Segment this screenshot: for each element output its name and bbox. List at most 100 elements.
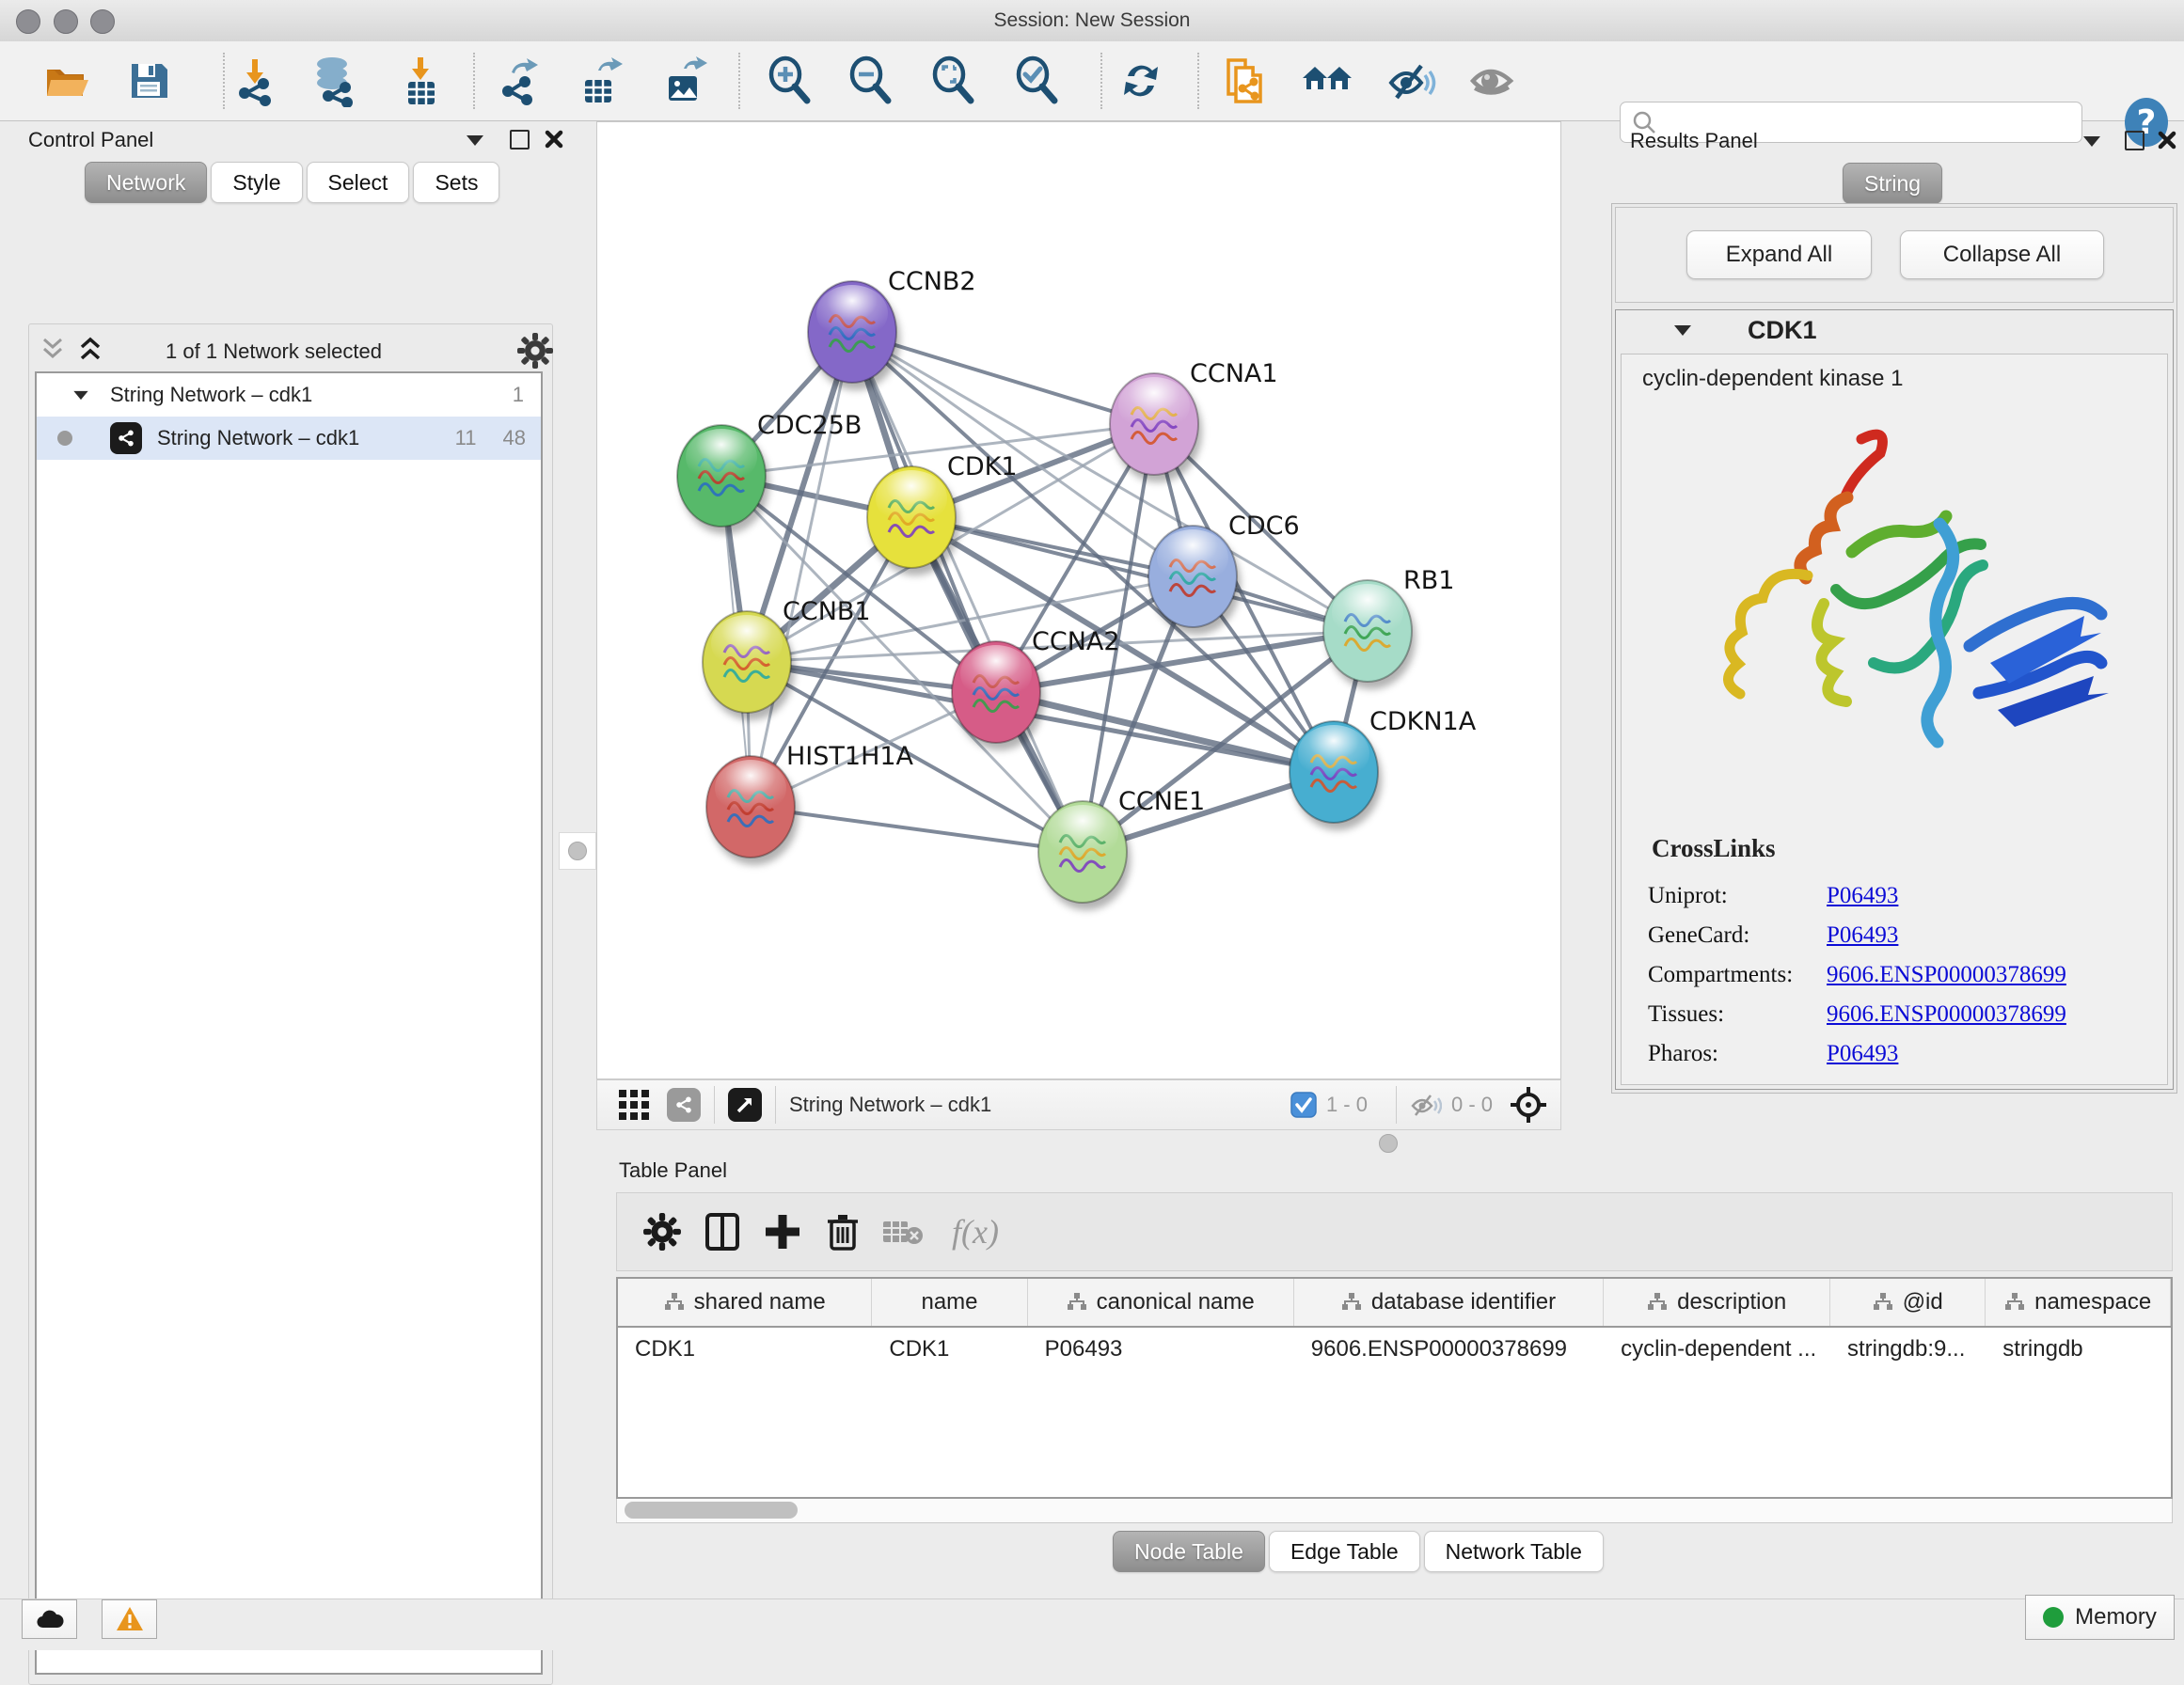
table-hscrollbar[interactable] (616, 1499, 2173, 1523)
network-node-CDC6[interactable]: CDC6 (1148, 512, 1300, 635)
network-node-CDKN1A[interactable]: CDKN1A (1290, 707, 1477, 830)
detach-view-button[interactable] (728, 1088, 762, 1122)
entry-description: cyclin-dependent kinase 1 (1642, 366, 1904, 392)
first-neighbors-button[interactable] (1299, 53, 1355, 109)
table-cell[interactable]: CDK1 (872, 1328, 1027, 1371)
import-network-file-button[interactable] (227, 53, 283, 109)
birds-eye-view-icon[interactable] (1510, 1086, 1547, 1124)
table-cell[interactable]: 9606.ENSP00000378699 (1294, 1328, 1604, 1371)
network-collection-row[interactable]: String Network – cdk1 1 (37, 373, 541, 417)
node-label-CDKN1A: CDKN1A (1369, 707, 1477, 736)
table-row: CDK1CDK1P064939606.ENSP00000378699cyclin… (618, 1328, 2171, 1371)
table-cell[interactable]: stringdb:9... (1830, 1328, 1986, 1371)
tab-edge-table[interactable]: Edge Table (1269, 1531, 1420, 1572)
tab-node-table[interactable]: Node Table (1113, 1531, 1265, 1572)
tab-select[interactable]: Select (307, 162, 410, 203)
show-all-button[interactable] (1464, 53, 1520, 109)
network-edge-CCNE1-HIST1H1A[interactable] (751, 807, 1083, 852)
column-header-description[interactable]: description (1604, 1279, 1830, 1326)
clone-network-button[interactable] (1215, 53, 1272, 109)
network-edge-CCNB2-HIST1H1A[interactable] (751, 332, 852, 807)
network-canvas[interactable]: CCNB2CCNA1CDC25BCDK1CDC6RB1CCNB1CCNA2CDK… (596, 121, 1561, 1079)
left-splitter[interactable] (557, 120, 596, 1598)
column-header-@id[interactable]: @id (1830, 1279, 1986, 1326)
table-cell[interactable]: P06493 (1028, 1328, 1294, 1371)
export-network-button[interactable] (490, 53, 546, 109)
column-header-database-identifier[interactable]: database identifier (1294, 1279, 1604, 1326)
panel-close-icon[interactable] (2157, 130, 2177, 150)
network-edge-CCNB2-CCNE1[interactable] (852, 332, 1083, 852)
warnings-button[interactable] (102, 1599, 157, 1639)
results-buttons-bar: Expand All Collapse All (1615, 207, 2174, 303)
zoom-selected-button[interactable] (1009, 53, 1066, 109)
panel-menu-icon[interactable] (467, 135, 483, 146)
network-node-CCNB1[interactable]: CCNB1 (703, 597, 871, 720)
import-network-from-database-button[interactable] (306, 53, 362, 109)
network-tab-panel: 1 of 1 Network selected String Network –… (28, 323, 553, 1685)
network-node-CCNE1[interactable]: CCNE1 (1038, 787, 1205, 910)
network-node-CDK1[interactable]: CDK1 (867, 452, 1018, 575)
panel-menu-icon[interactable] (2083, 136, 2100, 147)
results-tab-string[interactable]: String (1843, 163, 1942, 204)
canvas-toolbar-separator (1396, 1086, 1397, 1124)
network-edge-count: 48 (503, 426, 526, 450)
open-session-button[interactable] (38, 53, 94, 109)
delete-table-button[interactable] (873, 1202, 933, 1262)
column-header-name[interactable]: name (872, 1279, 1027, 1326)
export-table-button[interactable] (571, 53, 627, 109)
network-options-gear-icon[interactable] (516, 332, 554, 370)
network-node-CCNB2[interactable]: CCNB2 (808, 267, 976, 390)
delete-column-button[interactable] (813, 1202, 873, 1262)
crosslink-value[interactable]: P06493 (1827, 1041, 1898, 1067)
column-header-shared-name[interactable]: shared name (618, 1279, 872, 1326)
eye-slash-icon (1384, 55, 1436, 107)
hidden-eye-slash-icon[interactable] (1410, 1091, 1442, 1119)
show-columns-button[interactable] (692, 1202, 752, 1262)
grid-view-icon[interactable] (618, 1089, 650, 1121)
column-header-canonical-name[interactable]: canonical name (1028, 1279, 1294, 1326)
add-column-button[interactable] (752, 1202, 813, 1262)
selected-checkbox-icon[interactable] (1290, 1092, 1317, 1118)
network-row[interactable]: String Network – cdk1 11 48 (37, 417, 541, 460)
refresh-button[interactable] (1113, 53, 1169, 109)
function-builder-button[interactable]: f(x) (933, 1202, 1018, 1262)
tab-style[interactable]: Style (211, 162, 302, 203)
left-splitter-handle[interactable] (559, 832, 596, 870)
memory-button[interactable]: Memory (2025, 1595, 2175, 1640)
crosslink-value[interactable]: P06493 (1827, 922, 1898, 949)
network-view-icon[interactable] (667, 1088, 701, 1122)
entry-collapse-icon[interactable] (1674, 325, 1691, 336)
horizontal-splitter[interactable] (596, 1130, 1561, 1155)
import-table-button[interactable] (392, 53, 449, 109)
table-cell[interactable]: stringdb (1986, 1328, 2171, 1371)
zoom-out-button[interactable] (843, 53, 899, 109)
tab-network-table[interactable]: Network Table (1424, 1531, 1604, 1572)
crosslink-value[interactable]: 9606.ENSP00000378699 (1827, 962, 2066, 988)
column-header-namespace[interactable]: namespace (1986, 1279, 2171, 1326)
cloud-button[interactable] (22, 1599, 77, 1639)
crosslinks-title: CrossLinks (1652, 834, 1776, 863)
table-cell[interactable]: CDK1 (618, 1328, 872, 1371)
collection-expand-icon[interactable] (73, 390, 87, 399)
collapse-all-button[interactable]: Collapse All (1900, 230, 2104, 279)
save-session-button[interactable] (120, 53, 177, 109)
crosslink-value[interactable]: P06493 (1827, 883, 1898, 909)
panel-float-icon[interactable] (2125, 131, 2144, 150)
table-settings-button[interactable] (632, 1202, 692, 1262)
zoom-fit-button[interactable] (926, 53, 982, 109)
panel-float-icon[interactable] (510, 130, 530, 150)
zoom-in-button[interactable] (762, 53, 818, 109)
network-type-icon (110, 422, 142, 454)
network-node-RB1[interactable]: RB1 (1323, 566, 1454, 689)
horizontal-splitter-handle[interactable] (1379, 1134, 1398, 1153)
tab-sets[interactable]: Sets (413, 162, 499, 203)
network-node-CCNA2[interactable]: CCNA2 (952, 627, 1120, 750)
tab-network[interactable]: Network (85, 162, 207, 203)
hide-selected-button[interactable] (1382, 53, 1438, 109)
table-hscrollbar-thumb[interactable] (625, 1502, 798, 1519)
table-cell[interactable]: cyclin-dependent ... (1604, 1328, 1830, 1371)
export-image-button[interactable] (655, 53, 711, 109)
network-node-HIST1H1A[interactable]: HIST1H1A (706, 742, 914, 865)
expand-all-button[interactable]: Expand All (1686, 230, 1872, 279)
crosslink-value[interactable]: 9606.ENSP00000378699 (1827, 1001, 2066, 1028)
